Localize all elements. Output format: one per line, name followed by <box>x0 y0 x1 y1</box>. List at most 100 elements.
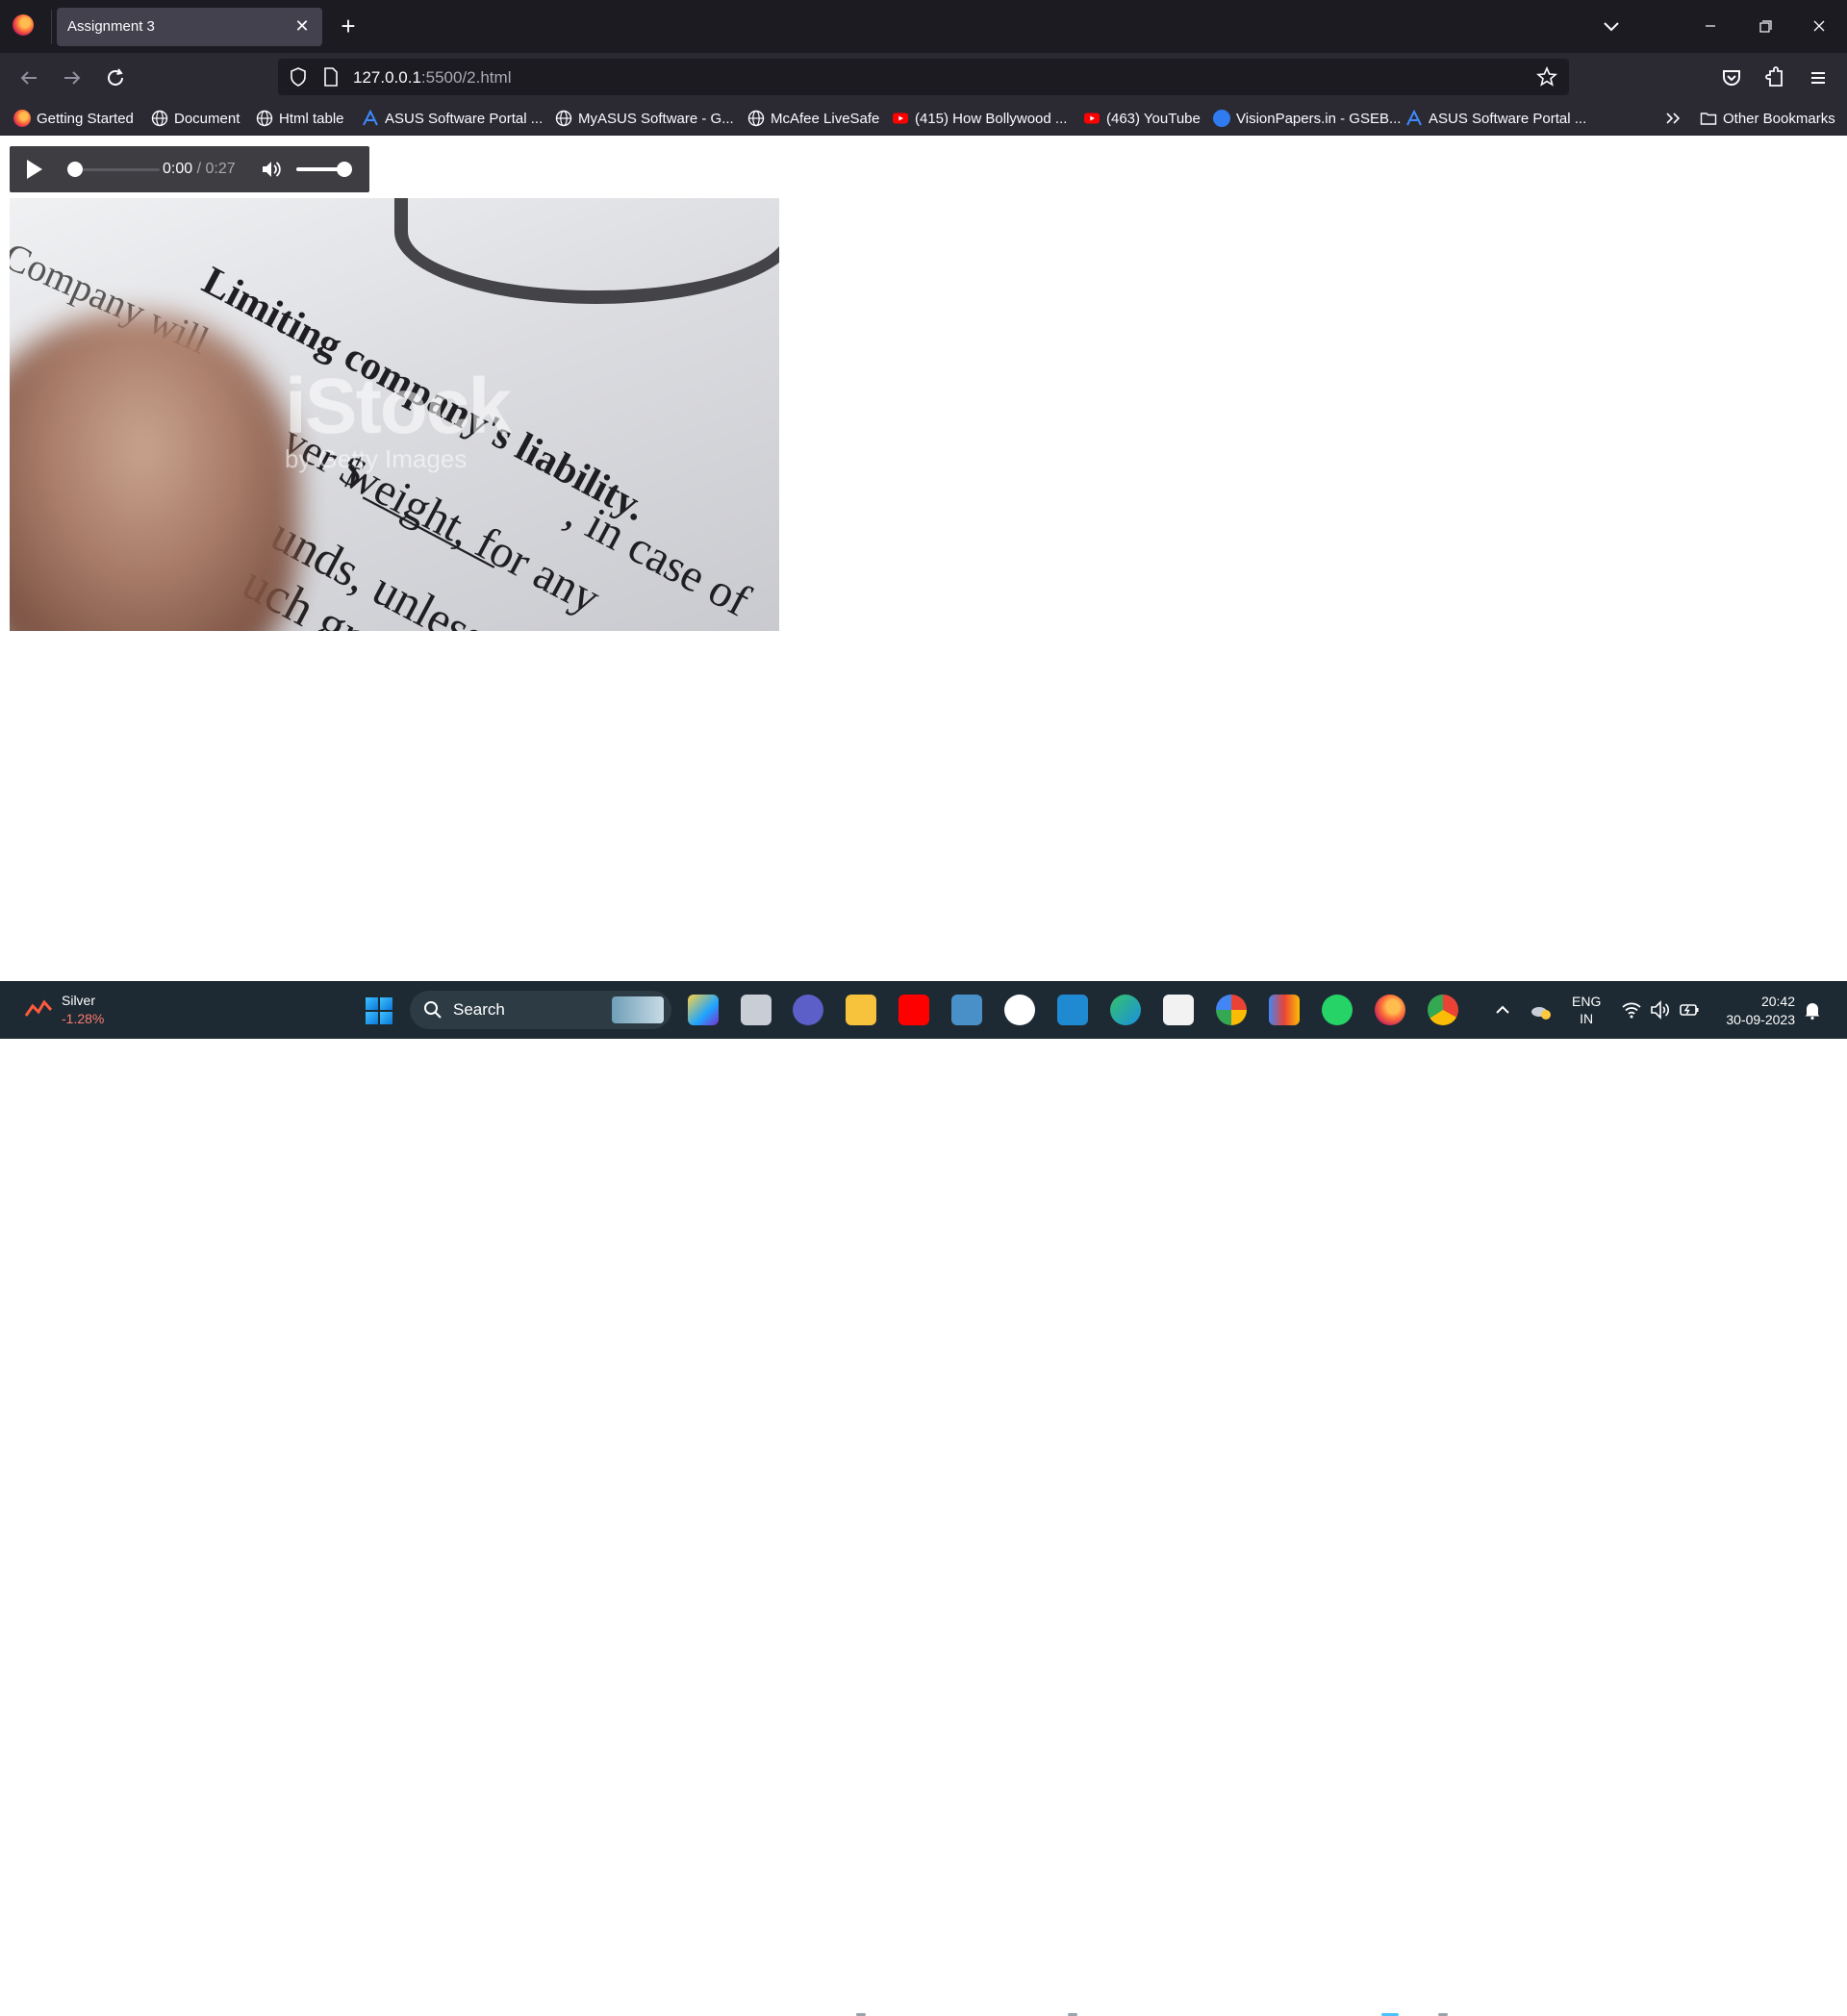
google-icon[interactable] <box>1216 995 1247 1025</box>
search-icon <box>424 1001 442 1019</box>
news-app-icon[interactable] <box>688 995 719 1025</box>
url-text[interactable]: 127.0.0.1:5500/2.html <box>353 68 511 88</box>
bookmark-item[interactable]: (415) How Bollywood ... <box>892 108 1067 129</box>
whatsapp-icon[interactable] <box>1322 995 1353 1025</box>
bookmark-item[interactable]: MyASUS Software - G... <box>555 108 734 129</box>
bookmark-label: (415) How Bollywood ... <box>915 110 1068 127</box>
audio-separator: / <box>192 161 206 177</box>
bookmark-item[interactable]: McAfee LiveSafe <box>747 108 879 129</box>
system-clock[interactable]: 20:42 30-09-2023 <box>1718 993 1795 1029</box>
bookmark-label: VisionPapers.in - GSEB... <box>1236 110 1402 127</box>
tab-active[interactable]: Assignment 3 ✕ <box>57 8 322 46</box>
folder-icon <box>1700 113 1717 125</box>
onedrive-warning-icon[interactable] <box>1530 998 1553 1021</box>
firefox-taskbar-icon[interactable] <box>1375 995 1405 1025</box>
chevron-up-icon[interactable] <box>1491 998 1514 1021</box>
volume-slider-handle[interactable] <box>337 162 352 177</box>
notification-bell-icon[interactable] <box>1801 998 1824 1021</box>
page-icon[interactable] <box>320 66 342 88</box>
chevron-down-icon[interactable] <box>1599 13 1624 38</box>
new-tab-button[interactable]: + <box>336 13 361 39</box>
search-label: Search <box>453 1000 505 1019</box>
volume-icon[interactable] <box>260 158 283 181</box>
other-bookmarks-button[interactable]: Other Bookmarks <box>1700 108 1835 129</box>
globe-icon <box>256 110 273 127</box>
youtube-icon <box>1084 113 1100 124</box>
restore-icon[interactable] <box>1743 10 1787 42</box>
bookmarks-toolbar: Getting Started Document Html table ASUS… <box>0 101 1847 136</box>
tab-title: Assignment 3 <box>67 18 155 35</box>
pocket-icon[interactable] <box>1718 64 1745 91</box>
globe-icon <box>747 110 765 127</box>
audio-seek-track[interactable] <box>75 168 160 171</box>
bookmark-item[interactable]: ASUS Software Portal ... <box>1405 108 1586 129</box>
bookmark-item[interactable]: Html table <box>256 108 344 129</box>
chrome-icon[interactable] <box>1428 995 1458 1025</box>
eyeglasses-graphic <box>394 198 779 304</box>
taskbar-search[interactable]: Search <box>410 991 671 1029</box>
play-icon[interactable] <box>27 160 42 179</box>
tumblr-icon[interactable] <box>951 995 982 1025</box>
chevron-double-right-icon[interactable] <box>1663 109 1683 128</box>
audio-current-time: 0:00 <box>163 161 193 177</box>
ticker-change: -1.28% <box>62 1011 105 1026</box>
minimize-icon[interactable] <box>1688 10 1733 42</box>
notepad-icon[interactable] <box>1163 995 1194 1025</box>
vscode-icon[interactable] <box>1057 995 1088 1025</box>
bookmark-label: MyASUS Software - G... <box>578 110 734 127</box>
bookmark-label: Document <box>174 110 240 127</box>
youtube-app-icon[interactable] <box>898 995 929 1025</box>
taskbar: Silver -1.28% Search ENG IN 20:42 30-09-… <box>0 981 1847 2016</box>
audio-duration: 0:27 <box>205 161 236 177</box>
shield-icon[interactable] <box>288 66 309 88</box>
stock-ticker-icon[interactable] <box>23 995 54 1025</box>
gmail-icon[interactable] <box>1269 995 1300 1025</box>
other-bookmarks-label: Other Bookmarks <box>1723 110 1835 127</box>
document-photo: Company will Limiting company's liabilit… <box>10 198 779 631</box>
region-code: IN <box>1580 1011 1594 1026</box>
bookmark-label: ASUS Software Portal ... <box>1429 110 1587 127</box>
firefox-icon <box>13 110 31 127</box>
back-arrow-icon[interactable] <box>15 64 42 91</box>
visionpapers-icon <box>1213 110 1230 127</box>
audio-time: 0:00 / 0:27 <box>163 161 236 178</box>
bookmark-item[interactable]: Document <box>151 108 240 129</box>
bookmark-label: McAfee LiveSafe <box>771 110 880 127</box>
firefox-icon[interactable] <box>13 14 34 36</box>
audio-seek-handle[interactable] <box>67 162 83 177</box>
extensions-icon[interactable] <box>1762 64 1789 91</box>
teams-icon[interactable] <box>793 995 823 1025</box>
clock-date: 30-09-2023 <box>1726 1012 1795 1027</box>
task-view-icon[interactable] <box>741 995 772 1025</box>
watermark-logo: iStock <box>285 363 512 450</box>
menu-icon[interactable] <box>1805 64 1832 91</box>
youtube-icon <box>893 113 908 124</box>
blurred-finger <box>10 314 298 631</box>
star-icon[interactable] <box>1536 66 1557 88</box>
url-bar[interactable]: 127.0.0.1:5500/2.html <box>278 59 1569 95</box>
windows-start-icon[interactable] <box>366 997 392 1024</box>
file-explorer-icon[interactable] <box>846 995 876 1025</box>
bookmark-label: Html table <box>279 110 344 127</box>
close-icon[interactable]: ✕ <box>291 15 313 37</box>
globe-icon <box>555 110 572 127</box>
bookmark-item[interactable]: Getting Started <box>13 108 134 129</box>
forward-arrow-icon[interactable] <box>59 64 86 91</box>
speaker-icon[interactable] <box>1649 998 1672 1021</box>
udemy-icon[interactable] <box>1004 995 1035 1025</box>
battery-icon[interactable] <box>1678 998 1701 1021</box>
audio-player: 0:00 / 0:27 <box>10 146 369 192</box>
bookmark-item[interactable]: VisionPapers.in - GSEB... <box>1213 108 1401 129</box>
edge-icon[interactable] <box>1110 995 1141 1025</box>
clock-time: 20:42 <box>1760 994 1795 1009</box>
bookmark-item[interactable]: (463) YouTube <box>1083 108 1201 129</box>
globe-icon <box>151 110 168 127</box>
tab-strip: Assignment 3 ✕ + <box>0 0 1847 53</box>
window-close-icon[interactable] <box>1797 10 1841 42</box>
reload-icon[interactable] <box>102 64 129 91</box>
language-indicator[interactable]: ENG IN <box>1572 993 1601 1027</box>
url-host: 127.0.0.1 <box>353 68 421 87</box>
bookmark-label: Getting Started <box>37 110 134 127</box>
bookmark-item[interactable]: ASUS Software Portal ... <box>362 108 543 129</box>
wifi-icon[interactable] <box>1620 998 1643 1021</box>
